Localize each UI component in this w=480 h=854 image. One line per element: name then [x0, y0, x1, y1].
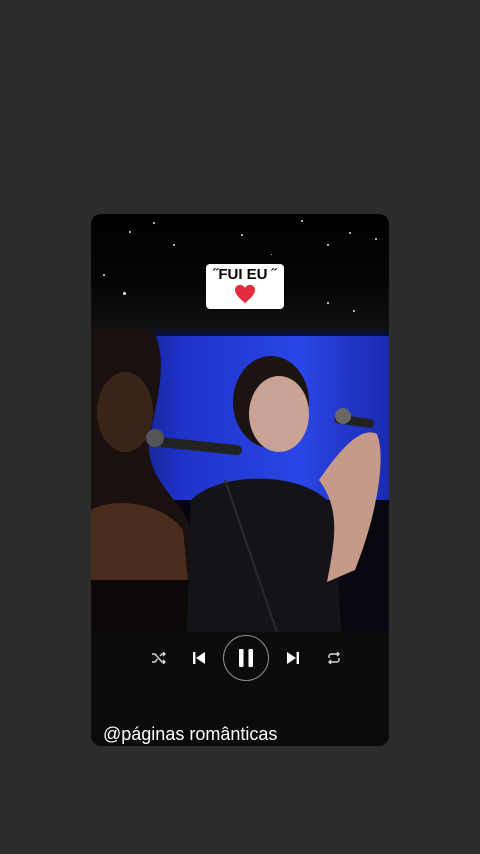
repeat-icon[interactable]: [324, 648, 344, 668]
caption-text: ˝FUI EU ˝: [213, 266, 277, 283]
pause-button[interactable]: [223, 635, 269, 681]
red-heart-icon: [208, 284, 282, 306]
account-handle: @páginas românticas: [103, 724, 278, 744]
pause-icon: [239, 649, 253, 667]
story-card: ˝FUI EU ˝ @páginas românticas: [91, 214, 389, 746]
video-frame[interactable]: [91, 330, 389, 632]
previous-icon[interactable]: [189, 647, 209, 669]
next-icon[interactable]: [283, 647, 303, 669]
shuffle-icon[interactable]: [149, 648, 169, 668]
music-player-controls: @páginas românticas: [91, 632, 389, 746]
story-caption: ˝FUI EU ˝: [206, 264, 284, 309]
